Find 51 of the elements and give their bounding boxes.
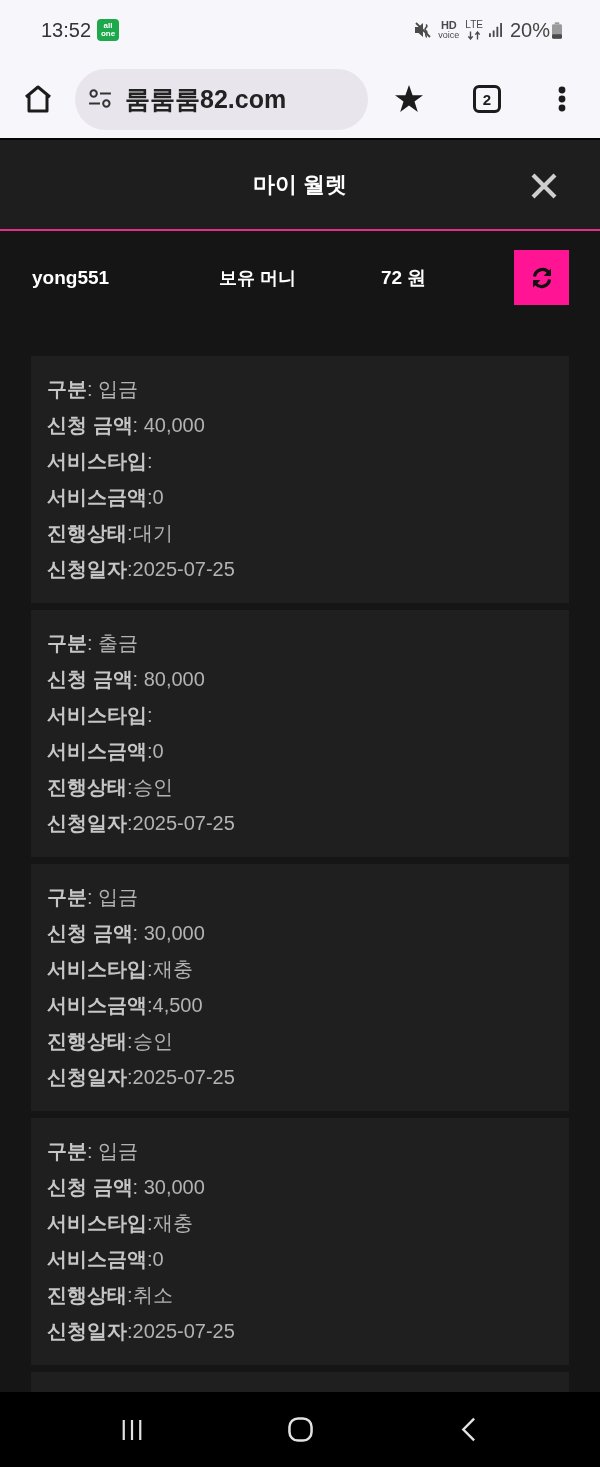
transaction-detail: 서비스타입: (47, 449, 154, 474)
transaction-detail: 신청 금액: 30,000 (47, 1175, 206, 1200)
transaction-detail: 서비스타입:재충 (47, 957, 194, 982)
transaction-detail: 서비스타입:재충 (47, 1211, 194, 1236)
data-arrows-icon (467, 31, 482, 40)
battery-icon (552, 21, 562, 39)
transaction-detail: 신청일자:2025-07-25 (47, 1319, 236, 1344)
address-bar[interactable]: 룸룸룸82.com (75, 68, 368, 130)
recent-apps-icon (121, 1417, 143, 1442)
app-badge: all one (97, 19, 120, 41)
balance-amount: 72 원 (381, 265, 428, 290)
transaction-detail: 신청 금액: 40,000 (47, 413, 206, 438)
transaction-detail: 구분: 입금 (47, 1139, 140, 1164)
tab-count-button[interactable]: 2 (473, 85, 501, 113)
home-icon (23, 84, 53, 114)
transaction-detail: 진행상태:취소 (47, 1283, 174, 1308)
transaction-detail: 진행상태:승인 (47, 1029, 174, 1054)
signal-icon (488, 23, 502, 37)
network-type-label: LTE (465, 20, 483, 30)
back-chevron-icon (460, 1417, 476, 1442)
transaction-detail: 구분: 출금 (47, 631, 140, 656)
transaction-detail: 서비스타입: (47, 703, 154, 728)
dialog-title: 마이 월렛 (252, 170, 348, 199)
balance-label: 보유 머니 (219, 266, 297, 290)
transaction-detail: 서비스금액:0 (47, 485, 165, 510)
transaction-detail: 구분: 입금 (47, 885, 140, 910)
transaction-detail: 서비스금액:0 (47, 1247, 165, 1272)
transaction-detail: 신청 금액: 80,000 (47, 667, 206, 692)
muted-speaker-icon (414, 21, 433, 39)
home-button[interactable] (23, 84, 53, 114)
star-icon (394, 84, 424, 114)
transaction-detail: 서비스금액:4,500 (47, 993, 204, 1018)
more-options-icon (558, 86, 566, 112)
clock-time: 13:52 (41, 18, 92, 42)
transaction-detail: 진행상태:대기 (47, 521, 174, 546)
battery-percent: 20% (509, 18, 550, 42)
transaction-detail: 구분: 입금 (47, 377, 140, 402)
hd-voice-label: HD voice (438, 20, 460, 40)
transaction-detail: 신청일자:2025-07-25 (47, 1065, 236, 1090)
transaction-detail: 진행상태:승인 (47, 775, 174, 800)
site-settings-icon[interactable] (88, 89, 112, 109)
username: yong551 (32, 266, 111, 289)
bookmark-button[interactable] (394, 84, 424, 114)
transaction-detail: 신청일자:2025-07-25 (47, 811, 236, 836)
transaction-detail: 서비스금액:0 (47, 739, 165, 764)
url-text: 룸룸룸82.com (125, 83, 287, 115)
transaction-detail: 신청일자:2025-07-25 (47, 557, 236, 582)
refresh-button[interactable] (514, 250, 569, 305)
transaction-detail: 신청 금액: 30,000 (47, 921, 206, 946)
close-icon (531, 172, 557, 199)
menu-button[interactable] (558, 86, 566, 112)
